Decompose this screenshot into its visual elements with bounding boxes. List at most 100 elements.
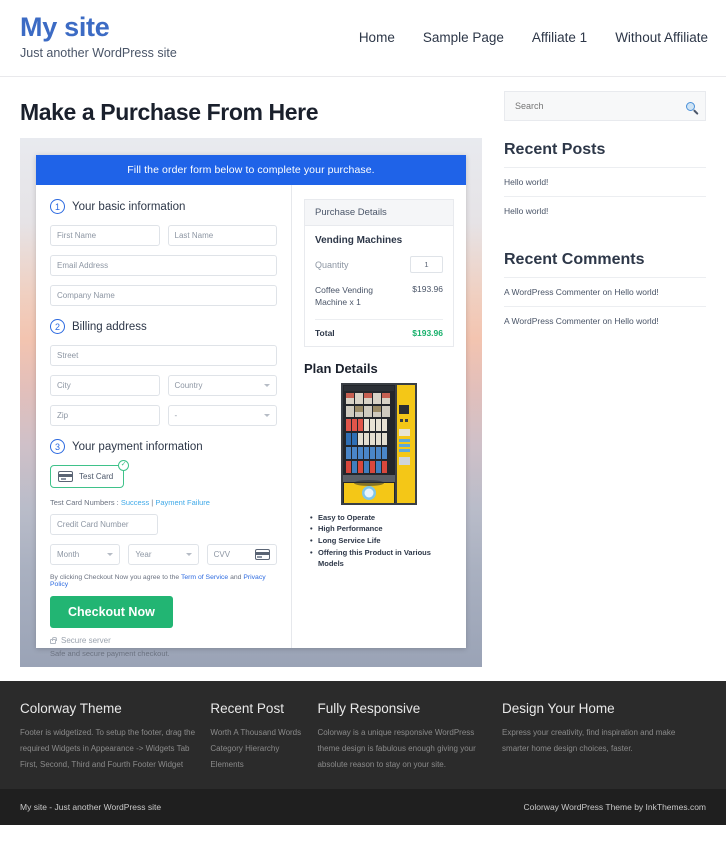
agree-prefix: By clicking Checkout Now you agree to th…: [50, 574, 181, 581]
product-name: Vending Machines: [315, 235, 403, 246]
recent-post-item[interactable]: Hello world!: [504, 196, 706, 225]
plan-feature: Offering this Product in Various Models: [310, 547, 454, 570]
search-input[interactable]: [515, 101, 665, 111]
lock-icon: [50, 636, 57, 644]
recent-comment-item[interactable]: A WordPress Commenter on Hello world!: [504, 306, 706, 335]
step-number-3: 3: [50, 439, 65, 454]
company-name-input[interactable]: Company Name: [50, 285, 277, 306]
site-title[interactable]: My site: [20, 12, 320, 43]
nav-item-without-affiliate[interactable]: Without Affiliate: [615, 30, 708, 45]
chevron-down-icon: [185, 553, 192, 556]
total-row: Total $193.96: [315, 320, 443, 338]
quantity-label: Quantity: [315, 259, 349, 270]
name-field-row: First Name Last Name: [50, 225, 277, 246]
zip-state-row: Zip -: [50, 405, 277, 426]
sidebar: Recent Posts Hello world! Hello world! R…: [504, 77, 706, 667]
first-name-input[interactable]: First Name: [50, 225, 160, 246]
page-wrapper: Make a Purchase From Here Fill the order…: [0, 77, 726, 667]
email-field-row: Email Address: [50, 255, 277, 276]
footer-column-recent-post: Recent Post Worth A Thousand Words Categ…: [210, 701, 317, 773]
nav-item-sample-page[interactable]: Sample Page: [423, 30, 504, 45]
cvv-card-icon: [254, 549, 270, 560]
footer-column-title: Colorway Theme: [20, 701, 122, 716]
step-label-2: Billing address: [72, 320, 147, 333]
footer-credit[interactable]: Colorway WordPress Theme by InkThemes.co…: [524, 802, 707, 812]
purchase-details-body: Vending Machines Quantity Coffee Vending…: [305, 226, 453, 346]
total-value: $193.96: [412, 327, 443, 338]
search-icon[interactable]: [686, 101, 695, 111]
quantity-input[interactable]: [410, 256, 443, 273]
footer-column-title: Fully Responsive: [317, 701, 421, 716]
credit-card-number-input[interactable]: Credit Card Number: [50, 514, 158, 535]
step-number-1: 1: [50, 199, 65, 214]
test-card-numbers-line: Test Card Numbers : Success | Payment Fa…: [50, 498, 277, 507]
test-card-option[interactable]: Test Card ✓: [50, 460, 130, 488]
vending-machine-image: [341, 382, 417, 505]
cvv-input[interactable]: CVV: [206, 544, 277, 565]
terms-of-service-link[interactable]: Term of Service: [181, 574, 228, 581]
footer-column-colorway-theme: Colorway Theme Footer is widgetized. To …: [20, 701, 210, 773]
plan-feature: Long Service Life: [310, 535, 454, 547]
recent-posts-title: Recent Posts: [504, 141, 606, 158]
footer-post-item[interactable]: Worth A Thousand Words: [210, 725, 303, 741]
last-name-input[interactable]: Last Name: [167, 225, 277, 246]
step-label-1: Your basic information: [72, 200, 186, 213]
payment-method-row: Test Card ✓: [50, 460, 277, 488]
street-input[interactable]: Street: [50, 345, 277, 366]
chevron-down-icon: [264, 414, 270, 417]
widget-spacer: [504, 225, 706, 251]
purchase-details-box: Purchase Details Vending Machines Quanti…: [304, 199, 454, 347]
footer-column-title: Design Your Home: [502, 701, 615, 716]
footer-column-text: Express your creativity, find inspiratio…: [502, 728, 676, 753]
recent-comment-item[interactable]: A WordPress Commenter on Hello world!: [504, 277, 706, 306]
order-form-body: 1 Your basic information First Name Last…: [36, 185, 466, 658]
recent-posts-list: Hello world! Hello world!: [504, 167, 706, 225]
plan-details-title: Plan Details: [304, 360, 378, 376]
city-input[interactable]: City: [50, 375, 160, 396]
country-select[interactable]: Country: [167, 375, 277, 396]
country-select-value: Country: [174, 381, 203, 390]
zip-input[interactable]: Zip: [50, 405, 160, 426]
company-field-row: Company Name: [50, 285, 277, 306]
footer-widgets: Colorway Theme Footer is widgetized. To …: [0, 681, 726, 789]
terms-agreement-line: By clicking Checkout Now you agree to th…: [50, 574, 277, 588]
agree-mid: and: [228, 574, 244, 581]
email-input[interactable]: Email Address: [50, 255, 277, 276]
line-item-name: Coffee Vending Machine x 1: [315, 285, 373, 308]
success-link[interactable]: Success: [121, 498, 149, 507]
plan-feature: High Performance: [310, 523, 454, 535]
order-form-panel: Fill the order form below to complete yo…: [20, 138, 482, 667]
recent-post-item[interactable]: Hello world!: [504, 167, 706, 196]
state-select[interactable]: -: [167, 405, 277, 426]
secure-server-label: Secure server: [61, 636, 111, 645]
state-select-value: -: [174, 411, 178, 420]
checkout-now-button[interactable]: Checkout Now: [50, 596, 173, 628]
secure-server-row: Secure server: [50, 636, 277, 645]
test-numbers-prefix: Test Card Numbers :: [50, 498, 121, 507]
footer-bottom-bar: My site - Just another WordPress site Co…: [0, 789, 726, 825]
credit-card-icon: [58, 471, 73, 482]
line-item-row: Coffee Vending Machine x 1 $193.96: [315, 284, 443, 320]
order-form-fields: 1 Your basic information First Name Last…: [36, 185, 292, 658]
footer-post-item[interactable]: Category Hierarchy: [210, 741, 303, 757]
payment-failure-link[interactable]: Payment Failure: [155, 498, 210, 507]
footer-column-design-your-home: Design Your Home Express your creativity…: [502, 701, 706, 773]
year-select[interactable]: Year: [128, 544, 199, 565]
nav-item-affiliate-1[interactable]: Affiliate 1: [532, 30, 587, 45]
street-field-row: Street: [50, 345, 277, 366]
test-card-label: Test Card: [79, 472, 114, 481]
purchase-details-side: Purchase Details Vending Machines Quanti…: [292, 185, 466, 648]
chevron-down-icon: [107, 553, 114, 556]
step-label-3: Your payment information: [72, 440, 203, 453]
footer-column-text: Colorway is a unique responsive WordPres…: [317, 728, 476, 769]
nav-item-home[interactable]: Home: [359, 30, 395, 45]
recent-comments-title: Recent Comments: [504, 251, 645, 268]
month-select[interactable]: Month: [50, 544, 121, 565]
expiry-cvv-row: Month Year CVV: [50, 544, 277, 565]
city-country-row: City Country: [50, 375, 277, 396]
month-select-value: Month: [57, 550, 80, 559]
product-image-wrap: [304, 382, 454, 505]
footer-column-text: Footer is widgetized. To setup the foote…: [20, 728, 196, 769]
footer-post-item[interactable]: Elements: [210, 757, 303, 773]
quantity-row: Quantity: [315, 256, 443, 273]
